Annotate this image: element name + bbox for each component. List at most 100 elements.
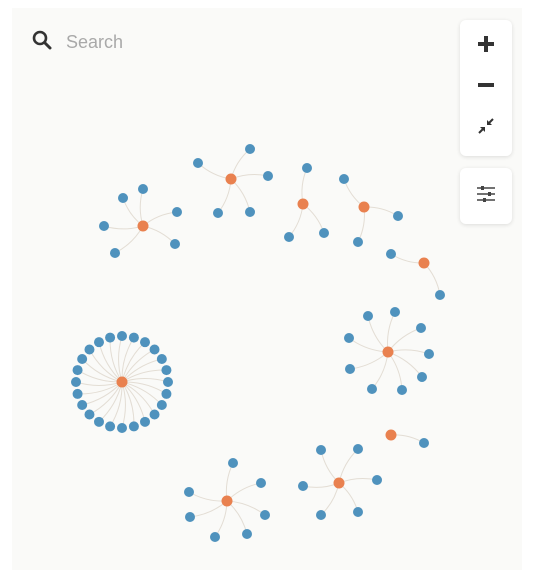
graph-edge [387, 311, 396, 353]
fit-to-screen-button[interactable] [460, 110, 512, 146]
graph-edge [338, 448, 359, 484]
graph-edge [226, 500, 266, 516]
leaf-node[interactable] [170, 239, 180, 249]
leaf-node[interactable] [256, 478, 266, 488]
leaf-node[interactable] [94, 416, 104, 427]
leaf-node[interactable] [77, 354, 88, 364]
leaf-node[interactable] [302, 163, 312, 173]
leaf-node[interactable] [117, 331, 127, 341]
leaf-node[interactable] [172, 207, 182, 217]
leaf-node[interactable] [339, 174, 349, 184]
leaf-node[interactable] [419, 438, 429, 448]
leaf-node[interactable] [213, 208, 223, 218]
hub-node[interactable] [382, 346, 394, 358]
leaf-node[interactable] [435, 290, 445, 300]
leaf-node[interactable] [353, 507, 363, 517]
leaf-node[interactable] [245, 207, 255, 217]
leaf-node[interactable] [77, 400, 88, 410]
hub-node[interactable] [385, 429, 397, 441]
graph-canvas[interactable] [12, 8, 522, 570]
leaf-node[interactable] [128, 332, 139, 343]
leaf-node[interactable] [140, 337, 150, 348]
leaf-node[interactable] [84, 344, 95, 355]
leaf-node[interactable] [99, 221, 109, 231]
leaf-node[interactable] [416, 323, 426, 333]
leaf-node[interactable] [72, 365, 83, 376]
hub-node[interactable] [137, 220, 149, 232]
leaf-node[interactable] [263, 171, 273, 181]
leaf-node[interactable] [184, 487, 194, 497]
sliders-icon [476, 185, 496, 208]
leaf-node[interactable] [128, 421, 139, 432]
leaf-node[interactable] [210, 532, 220, 542]
leaf-node[interactable] [228, 458, 238, 468]
leaf-node[interactable] [118, 193, 128, 203]
leaf-node[interactable] [94, 337, 104, 348]
leaf-node[interactable] [84, 409, 95, 420]
leaf-node[interactable] [117, 423, 127, 433]
leaf-node[interactable] [353, 444, 363, 454]
network-graph[interactable] [12, 8, 522, 570]
leaf-node[interactable] [363, 311, 373, 321]
search-icon[interactable] [32, 30, 52, 55]
leaf-node[interactable] [138, 184, 148, 194]
leaf-node[interactable] [390, 307, 400, 317]
zoom-out-button[interactable] [460, 69, 512, 105]
leaf-node[interactable] [105, 421, 116, 432]
leaf-node[interactable] [72, 388, 83, 399]
leaf-node[interactable] [71, 377, 81, 387]
leaf-node[interactable] [140, 416, 150, 427]
hub-node[interactable] [418, 257, 430, 269]
leaf-node[interactable] [193, 158, 203, 168]
leaf-node[interactable] [417, 372, 427, 382]
leaf-node[interactable] [284, 232, 294, 242]
settings-panel [460, 168, 512, 224]
graph-edge [188, 491, 228, 502]
hub-node[interactable] [225, 173, 237, 185]
leaf-node[interactable] [298, 481, 308, 491]
leaf-node[interactable] [424, 349, 434, 359]
hub-node[interactable] [358, 201, 370, 213]
hub-node[interactable] [221, 495, 233, 507]
graph-edge [226, 482, 262, 502]
leaf-node[interactable] [156, 400, 167, 410]
graph-edge [225, 462, 234, 502]
hub-node[interactable] [297, 198, 309, 210]
graph-edge [387, 351, 423, 378]
leaf-node[interactable] [149, 409, 160, 420]
hub-node[interactable] [333, 477, 345, 489]
leaf-node[interactable] [386, 249, 396, 259]
leaf-node[interactable] [353, 237, 363, 247]
leaf-node[interactable] [149, 344, 160, 355]
leaf-node[interactable] [245, 144, 255, 154]
leaf-node[interactable] [105, 332, 116, 343]
graph-edge [121, 378, 169, 383]
hub-node[interactable] [116, 376, 128, 388]
leaf-node[interactable] [242, 529, 252, 539]
leaf-node[interactable] [393, 211, 403, 221]
leaf-node[interactable] [163, 377, 173, 387]
leaf-node[interactable] [156, 354, 167, 364]
leaf-node[interactable] [316, 445, 326, 455]
leaf-node[interactable] [397, 385, 407, 395]
search-bar[interactable] [32, 26, 268, 58]
leaf-node[interactable] [161, 365, 172, 376]
leaf-node[interactable] [185, 512, 195, 522]
graph-edge [103, 225, 144, 230]
leaf-node[interactable] [345, 364, 355, 374]
graph-edge [230, 174, 269, 180]
leaf-node[interactable] [367, 384, 377, 394]
leaf-node[interactable] [110, 248, 120, 258]
zoom-in-button[interactable] [460, 28, 512, 64]
search-input[interactable] [64, 30, 268, 54]
graph-edge [189, 500, 228, 518]
leaf-node[interactable] [161, 388, 172, 399]
graph-edge [367, 315, 389, 353]
leaf-node[interactable] [372, 475, 382, 485]
plus-icon [477, 35, 495, 58]
leaf-node[interactable] [260, 510, 270, 520]
leaf-node[interactable] [344, 333, 354, 343]
settings-button[interactable] [460, 178, 512, 214]
leaf-node[interactable] [316, 510, 326, 520]
leaf-node[interactable] [319, 228, 329, 238]
